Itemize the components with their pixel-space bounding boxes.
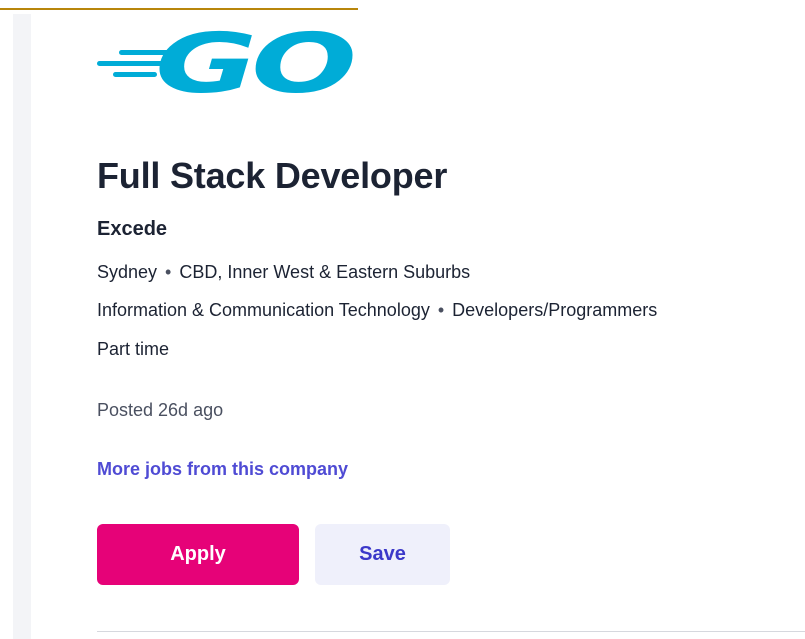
more-jobs-link[interactable]: More jobs from this company (97, 459, 348, 480)
subclassification: Developers/Programmers (452, 300, 658, 320)
top-link-underline[interactable] (0, 0, 360, 14)
posted-date: Posted 26d ago (97, 400, 224, 420)
separator-dot: • (437, 300, 445, 320)
save-button[interactable]: Save (315, 524, 450, 585)
work-type: Part time (97, 339, 170, 359)
company-name: Excede (97, 218, 168, 240)
link-underline (0, 8, 358, 10)
separator-dot: • (165, 262, 172, 282)
divider (97, 631, 805, 632)
location-line: Sydney • CBD, Inner West & Eastern Suburbs (97, 262, 470, 283)
svg-text:GO: GO (155, 26, 353, 96)
job-detail-page: GO Full Stack Developer Excede Sydney • CB… (0, 0, 805, 639)
apply-button[interactable]: Apply (97, 524, 299, 585)
location: Sydney (97, 262, 158, 282)
classification-line: Information & Communication Technology • D… (97, 300, 657, 321)
job-title: Full Stack Developer (97, 155, 448, 196)
location-area: CBD, Inner West & Eastern Suburbs (179, 262, 471, 282)
company-logo: GO (97, 17, 357, 112)
left-rail (13, 14, 31, 639)
classification: Information & Communication Technology (97, 300, 430, 320)
go-logo-icon: GO (97, 17, 357, 112)
